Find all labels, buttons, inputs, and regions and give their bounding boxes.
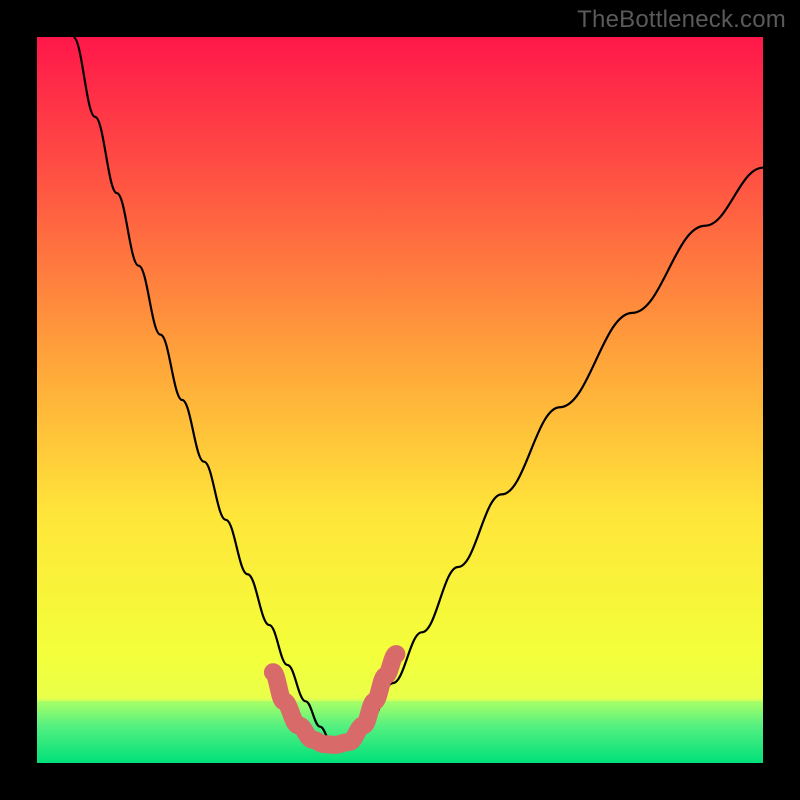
plot-area xyxy=(37,37,763,763)
chart-svg xyxy=(37,37,763,763)
watermark-text: TheBottleneck.com xyxy=(577,6,786,34)
green-band xyxy=(37,701,763,763)
chart-frame: TheBottleneck.com xyxy=(0,0,800,800)
